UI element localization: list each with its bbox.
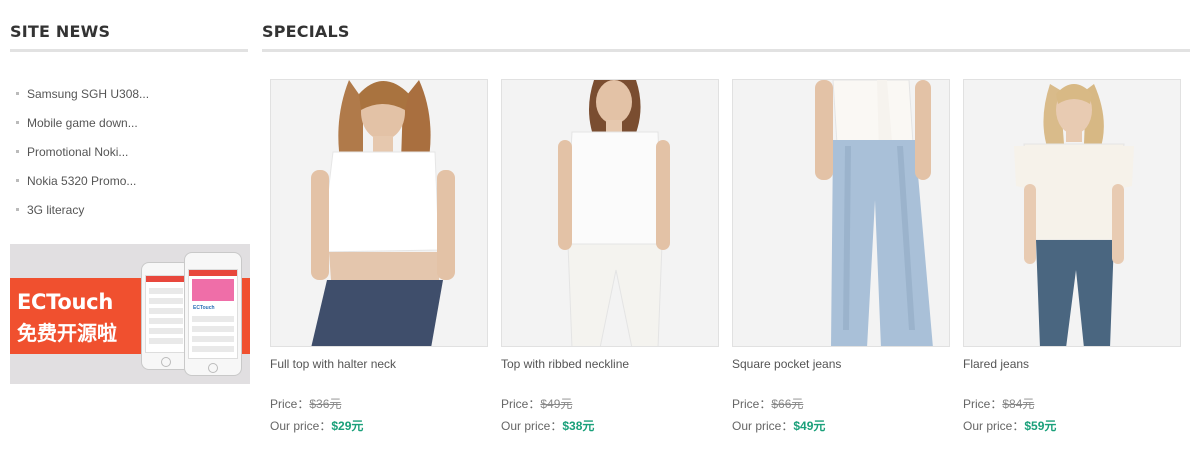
news-item[interactable]: Nokia 5320 Promo... [16, 166, 149, 195]
ectouch-banner[interactable]: ECTouch 免费开源啦 ECTouch [10, 244, 250, 384]
new-price: $49元 [793, 419, 826, 433]
product-name[interactable]: Square pocket jeans [732, 357, 841, 371]
our-price-label: Our price： [963, 419, 1025, 433]
our-price-line: Our price：$29元 [270, 417, 363, 434]
our-price-label: Our price： [501, 419, 563, 433]
phone-brand: ECTouch [193, 305, 215, 311]
news-link[interactable]: Nokia 5320 Promo... [27, 174, 136, 188]
product-name[interactable]: Full top with halter neck [270, 357, 396, 371]
product-card: Top with ribbed neckline Price：$49元 Our … [501, 79, 719, 433]
bullet-icon [16, 179, 19, 182]
product-image[interactable] [963, 79, 1181, 347]
news-item[interactable]: Samsung SGH U308... [16, 79, 149, 108]
news-item[interactable]: Promotional Noki... [16, 137, 149, 166]
product-name[interactable]: Top with ribbed neckline [501, 357, 629, 371]
our-price-label: Our price： [732, 419, 794, 433]
site-news-title: SITE NEWS [10, 22, 248, 52]
our-price-line: Our price：$59元 [963, 417, 1056, 434]
price-label: Price： [963, 397, 1003, 411]
price-line: Price：$49元 [501, 395, 572, 412]
phone-front-illustration: ECTouch [184, 252, 242, 376]
product-image[interactable] [732, 79, 950, 347]
old-price: $84元 [1002, 397, 1035, 411]
bullet-icon [16, 121, 19, 124]
news-link[interactable]: Mobile game down... [27, 116, 138, 130]
specials-title: SPECIALS [262, 22, 1190, 52]
old-price: $49元 [540, 397, 573, 411]
bullet-icon [16, 92, 19, 95]
product-image[interactable] [270, 79, 488, 347]
bullet-icon [16, 150, 19, 153]
banner-brand: ECTouch [17, 290, 113, 314]
our-price-label: Our price： [270, 419, 332, 433]
new-price: $29元 [331, 419, 364, 433]
banner-tagline: 免费开源啦 [17, 321, 117, 345]
product-name[interactable]: Flared jeans [963, 357, 1029, 371]
price-label: Price： [732, 397, 772, 411]
price-line: Price：$36元 [270, 395, 341, 412]
news-item[interactable]: 3G literacy [16, 195, 149, 224]
price-label: Price： [501, 397, 541, 411]
product-image[interactable] [501, 79, 719, 347]
news-list: Samsung SGH U308... Mobile game down... … [16, 79, 149, 224]
price-line: Price：$66元 [732, 395, 803, 412]
price-label: Price： [270, 397, 310, 411]
news-item[interactable]: Mobile game down... [16, 108, 149, 137]
old-price: $66元 [771, 397, 804, 411]
old-price: $36元 [309, 397, 342, 411]
news-link[interactable]: Samsung SGH U308... [27, 87, 149, 101]
our-price-line: Our price：$49元 [732, 417, 825, 434]
product-card: Full top with halter neck Price：$36元 Our… [270, 79, 488, 433]
price-line: Price：$84元 [963, 395, 1034, 412]
our-price-line: Our price：$38元 [501, 417, 594, 434]
news-link[interactable]: Promotional Noki... [27, 145, 128, 159]
new-price: $38元 [562, 419, 595, 433]
product-card: Flared jeans Price：$84元 Our price：$59元 [963, 79, 1181, 433]
news-link[interactable]: 3G literacy [27, 203, 84, 217]
product-card: Square pocket jeans Price：$66元 Our price… [732, 79, 950, 433]
new-price: $59元 [1024, 419, 1057, 433]
bullet-icon [16, 208, 19, 211]
